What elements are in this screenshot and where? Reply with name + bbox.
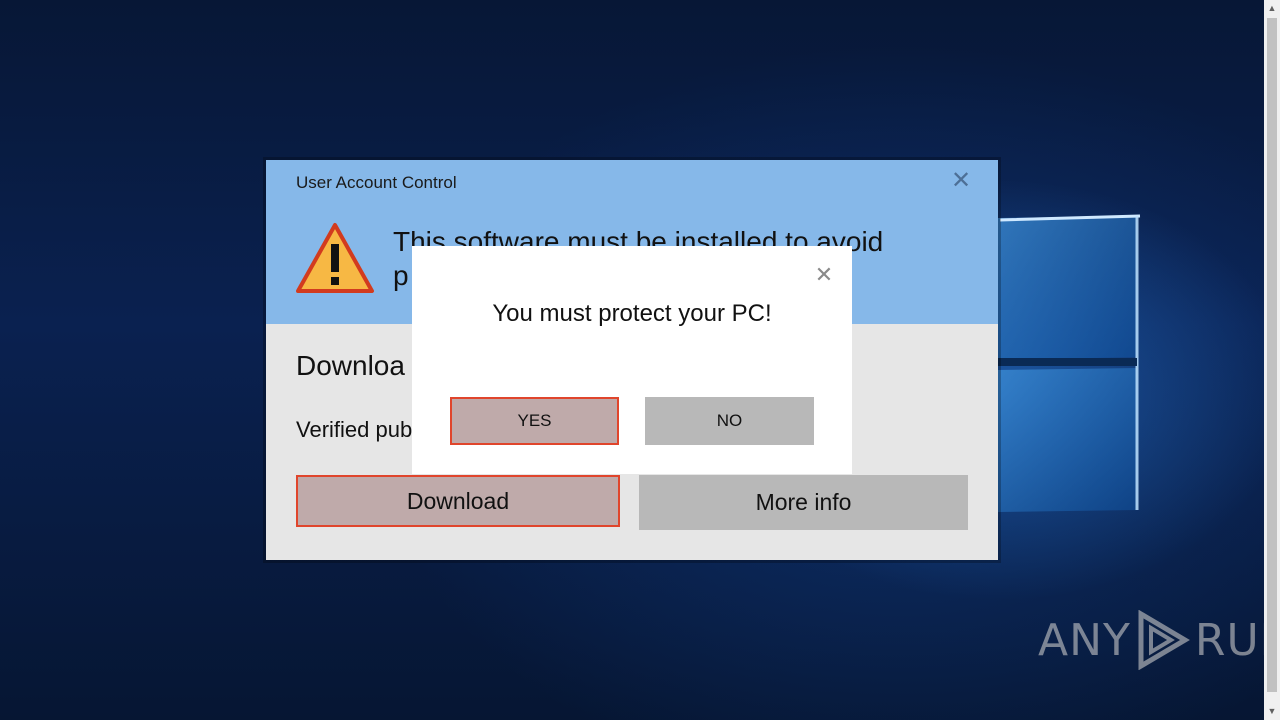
play-logo-icon bbox=[1138, 610, 1190, 670]
protect-pc-popup: ✕ You must protect your PC! YES NO bbox=[412, 246, 852, 474]
watermark-right-text: RUN bbox=[1194, 614, 1264, 666]
popup-message: You must protect your PC! bbox=[492, 300, 772, 327]
download-button[interactable]: Download bbox=[296, 475, 620, 527]
uac-download-title: Downloa bbox=[296, 350, 405, 381]
anyrun-watermark: ANY RUN bbox=[1038, 610, 1264, 670]
uac-headline-continued: p bbox=[393, 260, 409, 291]
more-info-button[interactable]: More info bbox=[639, 475, 968, 530]
uac-title: User Account Control bbox=[296, 173, 457, 192]
page-scrollbar[interactable]: ▲ ▼ bbox=[1264, 0, 1280, 720]
popup-close-icon[interactable]: ✕ bbox=[812, 263, 836, 287]
warning-triangle-icon bbox=[296, 223, 374, 293]
scroll-up-arrow-icon[interactable]: ▲ bbox=[1264, 0, 1280, 17]
uac-publisher-label: Verified pub bbox=[296, 417, 413, 442]
watermark-left-text: ANY bbox=[1038, 614, 1131, 666]
uac-close-icon[interactable]: ✕ bbox=[948, 168, 974, 194]
scroll-down-arrow-icon[interactable]: ▼ bbox=[1264, 703, 1280, 720]
no-button[interactable]: NO bbox=[645, 397, 814, 445]
scrollbar-thumb[interactable] bbox=[1267, 18, 1277, 692]
yes-button[interactable]: YES bbox=[450, 397, 619, 445]
